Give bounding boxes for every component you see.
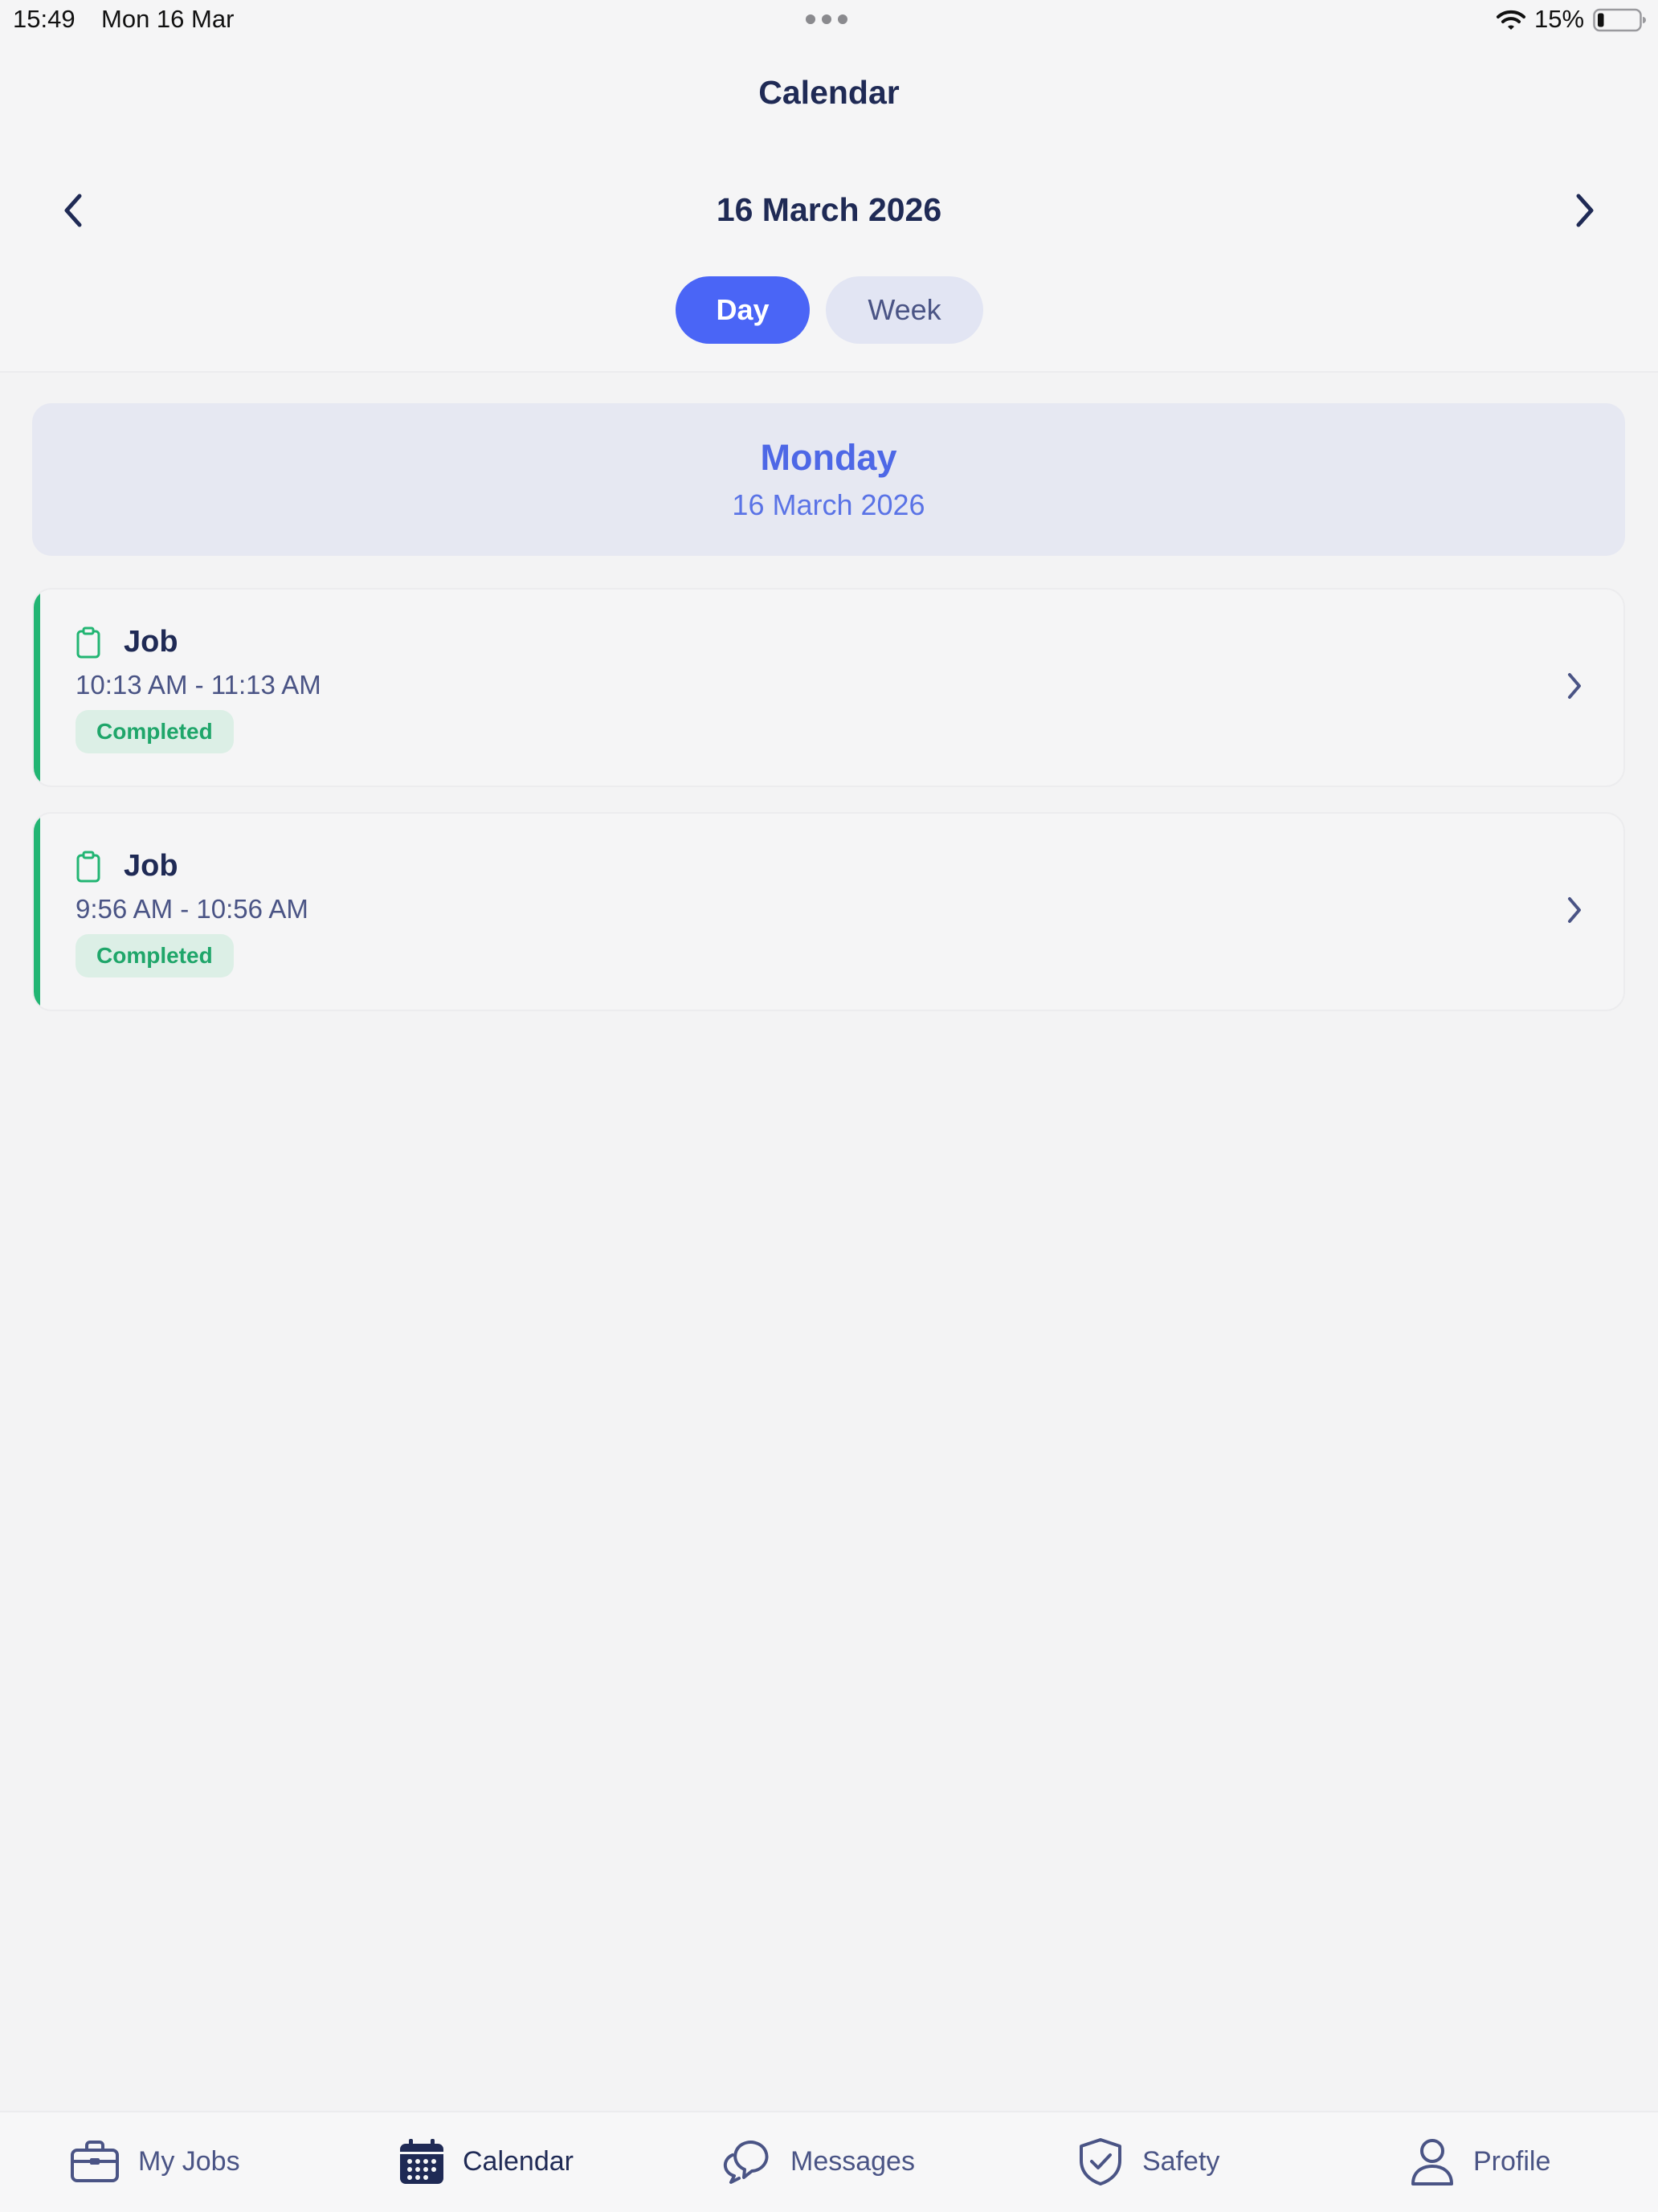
chevron-right-icon xyxy=(1568,897,1581,923)
briefcase-icon xyxy=(71,2141,119,2182)
current-date: 16 March 2026 xyxy=(716,191,942,228)
battery-icon xyxy=(1593,8,1646,32)
battery-percent: 15% xyxy=(1534,5,1585,33)
multitasking-dots-icon[interactable] xyxy=(806,14,847,24)
tab-label: My Jobs xyxy=(138,2145,240,2177)
tab-label: Safety xyxy=(1142,2145,1220,2177)
clipboard-icon xyxy=(76,626,100,659)
status-bar: 15:49 Mon 16 Mar 15% xyxy=(0,0,1658,45)
day-view-toggle[interactable]: Day xyxy=(676,276,810,344)
tab-messages[interactable]: Messages xyxy=(723,2135,915,2188)
status-date: Mon 16 Mar xyxy=(101,5,235,33)
status-accent-bar xyxy=(34,814,40,1010)
tab-safety[interactable]: Safety xyxy=(1076,2135,1219,2188)
day-banner: Monday 16 March 2026 xyxy=(32,403,1625,556)
shield-check-icon xyxy=(1080,2138,1121,2185)
job-title: Job xyxy=(124,625,178,659)
tab-profile[interactable]: Profile xyxy=(1409,2135,1550,2188)
banner-date: 16 March 2026 xyxy=(732,488,925,521)
page-title: Calendar xyxy=(758,74,900,111)
tab-label: Profile xyxy=(1473,2145,1551,2177)
open-job-button[interactable] xyxy=(1560,667,1589,705)
week-view-toggle[interactable]: Week xyxy=(826,276,983,344)
job-time-range: 10:13 AM - 11:13 AM xyxy=(76,670,321,700)
chat-bubbles-icon xyxy=(723,2141,769,2184)
status-badge: Completed xyxy=(76,710,234,753)
calendar-icon xyxy=(400,2139,443,2184)
status-time: 15:49 xyxy=(13,5,76,33)
next-day-button[interactable] xyxy=(1560,186,1608,235)
tab-label: Messages xyxy=(790,2145,915,2177)
open-job-button[interactable] xyxy=(1560,891,1589,929)
tab-label: Calendar xyxy=(463,2145,574,2177)
job-card[interactable]: Job 9:56 AM - 10:56 AM Completed xyxy=(32,812,1625,1011)
status-badge: Completed xyxy=(76,934,234,977)
bottom-tab-bar: My Jobs Calendar Messages Safety Profile xyxy=(0,2111,1658,2212)
job-time-range: 9:56 AM - 10:56 AM xyxy=(76,894,308,924)
person-icon xyxy=(1411,2139,1453,2185)
wifi-icon xyxy=(1497,10,1525,30)
chevron-right-icon xyxy=(1568,673,1581,699)
chevron-right-icon xyxy=(1576,194,1594,227)
tab-calendar[interactable]: Calendar xyxy=(398,2135,574,2188)
job-card[interactable]: Job 10:13 AM - 11:13 AM Completed xyxy=(32,588,1625,787)
job-title: Job xyxy=(124,849,178,883)
tab-my-jobs[interactable]: My Jobs xyxy=(69,2135,240,2188)
status-accent-bar xyxy=(34,590,40,786)
clipboard-icon xyxy=(76,851,100,883)
weekday-label: Monday xyxy=(760,437,897,478)
